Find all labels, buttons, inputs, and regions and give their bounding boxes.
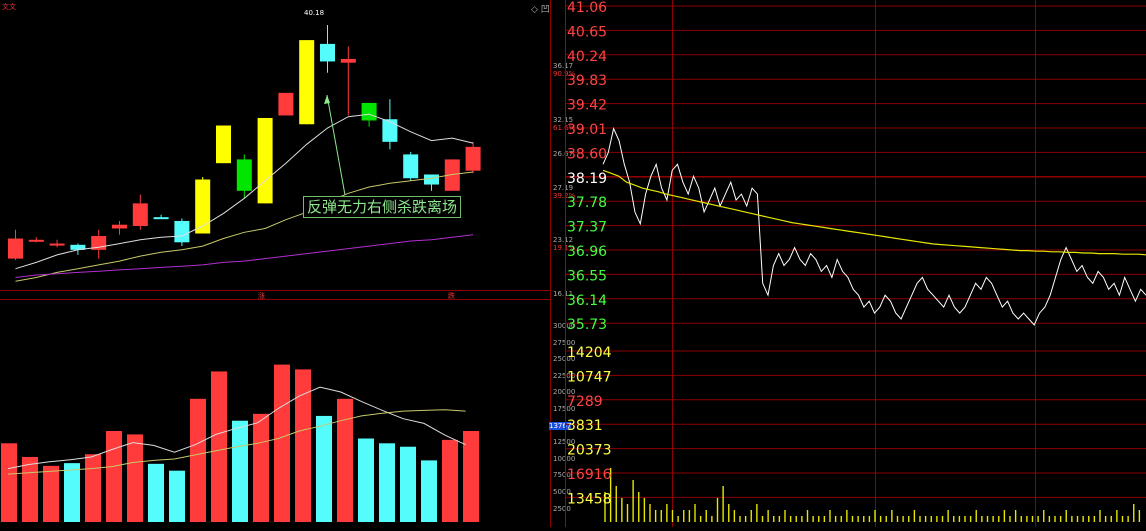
candle-body [424, 174, 439, 185]
annotation-arrowhead [324, 95, 330, 104]
ma-purple-line [15, 234, 474, 278]
candle-body [112, 224, 127, 229]
volume-bar [232, 420, 248, 522]
candle-body [174, 220, 190, 243]
candle-body [299, 40, 315, 125]
price-tick-label: 35.73 [567, 317, 607, 333]
settings-icon[interactable]: ◇ 凹 [531, 2, 550, 15]
intraday-chart: 41.06 40.65 40.24 39.83 39.42 39.01 38.60 38.19… [565, 0, 1146, 527]
volume-tick-label: 13458 [567, 491, 612, 507]
volume-bar [358, 438, 374, 522]
price-tick-label: 39.01 [567, 122, 607, 138]
volume-bar [442, 439, 458, 522]
candle-body [195, 179, 211, 234]
marker-a: 涨 [258, 292, 265, 300]
daily-kline-chart [0, 0, 551, 527]
intraday-panel: 41.06 40.65 40.24 39.83 39.42 39.01 38.60 38.19… [565, 0, 1146, 527]
price-tick-label: 36.96 [567, 244, 607, 260]
price-tick-label: 38.60 [567, 146, 607, 162]
volume-bar [400, 446, 416, 522]
annotation-arrow [326, 94, 346, 196]
price-tick-label: 37.78 [567, 195, 607, 211]
candle-body [361, 102, 377, 121]
candle-body [216, 125, 231, 164]
candle-body [403, 154, 419, 179]
volume-bar [64, 463, 80, 522]
candle-body [278, 92, 294, 116]
volume-bar [148, 463, 164, 522]
volume-tick-label: 10747 [567, 369, 612, 385]
candle-body [28, 239, 44, 242]
candle-body [320, 43, 335, 62]
volume-bar [169, 470, 185, 522]
price-tick-label: 39.83 [567, 73, 607, 89]
price-line [602, 127, 1146, 326]
candle-body [49, 243, 65, 246]
volume-tick-label: 20373 [567, 443, 612, 459]
volume-bar [253, 413, 269, 522]
candle-body [340, 58, 356, 63]
price-tick-label: 40.65 [567, 24, 607, 40]
volume-bar [316, 415, 332, 522]
price-tick-label: 40.24 [567, 49, 607, 65]
high-price-marker: 40.18 [304, 9, 325, 17]
price-tick-label: 41.06 [567, 0, 607, 16]
marker-b: 跌 [448, 292, 455, 300]
average-price-line [602, 169, 1146, 256]
chart-header-tag: 文文 [2, 3, 16, 11]
price-tick-label: 39.42 [567, 98, 607, 114]
volume-tick-label: 16916 [567, 467, 612, 483]
candle-body [153, 217, 169, 220]
volume-bar [127, 434, 143, 522]
price-tick-label: 36.14 [567, 293, 607, 309]
volume-bar [22, 456, 38, 522]
volume-tick-label: 3831 [567, 418, 603, 434]
volume-bar [106, 430, 122, 522]
volume-tick-label: 14204 [567, 345, 612, 361]
volume-bar [337, 398, 353, 522]
candle-body [236, 159, 252, 191]
volume-bar [274, 364, 290, 522]
price-tick-label: 38.19 [567, 171, 607, 187]
candle-body [257, 117, 273, 204]
volume-bar [421, 460, 437, 522]
volume-bar [43, 465, 59, 522]
volume-bar [211, 371, 227, 522]
volume-bar [190, 398, 206, 522]
daily-kline-panel: 文文 ◇ 凹 40.18 36.17 90.9% 32.15 61.6% 26.… [0, 0, 575, 527]
price-tick-label: 37.37 [567, 220, 607, 236]
price-tick-label: 36.55 [567, 268, 607, 284]
candle-body [382, 119, 398, 142]
volume-bar [379, 443, 395, 522]
volume-tick-label: 7289 [567, 394, 603, 410]
candle-body [465, 146, 481, 171]
volume-bar [1, 443, 17, 522]
candle-body [8, 238, 23, 259]
volume-bar [85, 454, 101, 522]
candle-body [132, 203, 148, 226]
annotation-box: 反弹无力右侧杀跌离场 [303, 196, 462, 218]
